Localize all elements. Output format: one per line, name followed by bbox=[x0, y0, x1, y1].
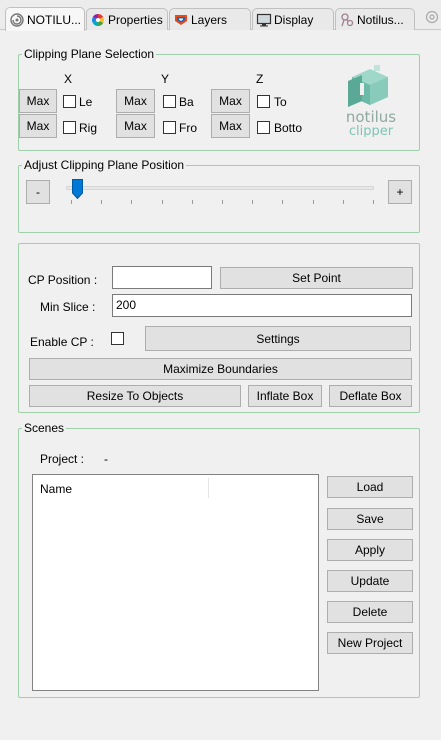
x-right-label: Rig bbox=[79, 121, 98, 135]
min-slice-label: Min Slice : bbox=[40, 300, 96, 314]
y-front-label: Fro bbox=[179, 121, 197, 135]
tab-layers[interactable]: Layers bbox=[169, 8, 251, 30]
list-header: Name bbox=[33, 475, 318, 501]
color-wheel-icon bbox=[90, 12, 106, 28]
tab-strip: NOTILU... Properties Layers Display Noti… bbox=[0, 0, 441, 31]
slider-tick bbox=[101, 200, 102, 204]
y-front-checkbox[interactable] bbox=[163, 121, 176, 134]
tab-notilus-clipper[interactable]: NOTILU... bbox=[5, 7, 85, 31]
tab-label: Layers bbox=[191, 12, 228, 27]
column-divider[interactable] bbox=[208, 478, 209, 498]
z-bottom-label: Botto bbox=[274, 121, 303, 135]
slider-tick bbox=[343, 200, 344, 204]
x-left-checkbox[interactable] bbox=[63, 95, 76, 108]
decrease-button[interactable]: - bbox=[26, 180, 50, 204]
load-button[interactable]: Load bbox=[327, 476, 413, 498]
deflate-box-button[interactable]: Deflate Box bbox=[329, 385, 412, 407]
enable-cp-checkbox[interactable] bbox=[111, 332, 124, 345]
group-title: Adjust Clipping Plane Position bbox=[22, 158, 187, 172]
slider-tick bbox=[131, 200, 132, 204]
slider-tick bbox=[313, 200, 314, 204]
position-slider-track[interactable] bbox=[66, 186, 374, 190]
slider-tick bbox=[373, 200, 374, 204]
group-title: Scenes bbox=[22, 421, 67, 435]
save-button[interactable]: Save bbox=[327, 508, 413, 530]
y-bottom-max-button[interactable]: Max bbox=[116, 114, 155, 138]
x-bottom-max-button[interactable]: Max bbox=[19, 114, 57, 138]
monitor-icon bbox=[256, 12, 272, 28]
cp-position-label: CP Position : bbox=[28, 273, 98, 287]
logo-graphic: notilus clipper bbox=[346, 65, 396, 139]
axis-z-label: Z bbox=[256, 72, 264, 86]
y-top-max-button[interactable]: Max bbox=[116, 89, 155, 113]
group-title: Clipping Plane Selection bbox=[22, 47, 157, 61]
layers-icon bbox=[173, 12, 189, 28]
min-slice-input[interactable]: 200 bbox=[112, 294, 412, 317]
x-right-checkbox[interactable] bbox=[63, 121, 76, 134]
scenes-list[interactable]: Name bbox=[32, 474, 319, 691]
delete-button[interactable]: Delete bbox=[327, 601, 413, 623]
notilus-icon bbox=[9, 12, 25, 28]
notilus-clipper-logo: notilus clipper bbox=[330, 63, 412, 139]
resize-to-objects-button[interactable]: Resize To Objects bbox=[29, 385, 241, 407]
column-name-header[interactable]: Name bbox=[40, 482, 72, 496]
project-value: - bbox=[104, 452, 108, 466]
slider-tick bbox=[192, 200, 193, 204]
z-top-max-button[interactable]: Max bbox=[211, 89, 250, 113]
x-left-label: Le bbox=[79, 95, 93, 109]
y-back-label: Ba bbox=[179, 95, 194, 109]
slider-tick bbox=[252, 200, 253, 204]
slider-tick bbox=[222, 200, 223, 204]
axis-y-label: Y bbox=[161, 72, 170, 86]
more-tabs-icon[interactable] bbox=[425, 10, 441, 26]
slider-tick bbox=[282, 200, 283, 204]
inflate-box-button[interactable]: Inflate Box bbox=[248, 385, 322, 407]
tab-properties[interactable]: Properties bbox=[86, 8, 168, 30]
x-top-max-button[interactable]: Max bbox=[19, 89, 57, 113]
tab-label: Notilus... bbox=[357, 12, 404, 27]
tab-label: NOTILU... bbox=[27, 12, 82, 27]
tab-label: Display bbox=[274, 12, 314, 27]
y-back-checkbox[interactable] bbox=[163, 95, 176, 108]
slider-tick bbox=[71, 200, 72, 204]
tab-notilus[interactable]: Notilus... bbox=[335, 8, 415, 30]
z-top-label: To bbox=[274, 95, 287, 109]
enable-cp-label: Enable CP : bbox=[30, 335, 94, 349]
tab-display[interactable]: Display bbox=[252, 8, 334, 30]
increase-button[interactable]: + bbox=[388, 180, 412, 204]
molecule-icon bbox=[339, 12, 355, 28]
z-top-checkbox[interactable] bbox=[257, 95, 270, 108]
z-bottom-max-button[interactable]: Max bbox=[211, 114, 250, 138]
z-bottom-checkbox[interactable] bbox=[257, 121, 270, 134]
settings-button[interactable]: Settings bbox=[145, 326, 411, 351]
project-label: Project : bbox=[40, 452, 85, 466]
cp-position-input[interactable] bbox=[112, 266, 212, 289]
maximize-boundaries-button[interactable]: Maximize Boundaries bbox=[29, 358, 412, 380]
logo-word-clipper: clipper bbox=[349, 124, 394, 137]
axis-x-label: X bbox=[64, 72, 73, 86]
set-point-button[interactable]: Set Point bbox=[220, 267, 413, 289]
position-slider-thumb[interactable] bbox=[72, 179, 83, 200]
apply-button[interactable]: Apply bbox=[327, 539, 413, 561]
new-project-button[interactable]: New Project bbox=[327, 632, 413, 654]
slider-tick bbox=[162, 200, 163, 204]
update-button[interactable]: Update bbox=[327, 570, 413, 592]
tab-label: Properties bbox=[108, 12, 163, 27]
